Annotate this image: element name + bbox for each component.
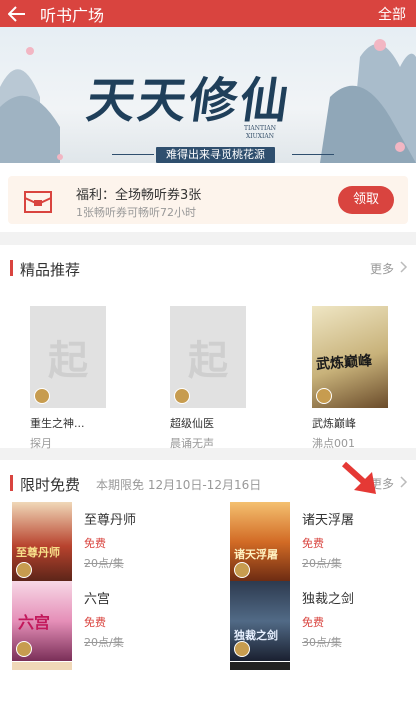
original-price: 30点/集 (302, 636, 342, 649)
book-author: 晨诵无声 (170, 437, 214, 450)
free-cover-partial (12, 662, 72, 670)
all-button[interactable]: 全部 (378, 4, 406, 24)
free-tag: 免费 (84, 537, 106, 550)
book-card[interactable]: 起 超级仙医 晨诵无声 (170, 306, 246, 451)
cover-placeholder-logo: 起 (188, 337, 228, 384)
book-cover: 起 (170, 306, 246, 408)
coupon-title: 福利：全场畅听券3张 (76, 188, 202, 203)
free-period: 本期限免 12月10日-12月16日 (96, 478, 262, 492)
free-item[interactable]: 六宫 六宫 免费 20点/集 (12, 581, 202, 669)
audio-badge-icon (34, 388, 50, 404)
section-accent-bar (10, 260, 13, 276)
audio-badge-icon (234, 562, 250, 578)
original-price: 20点/集 (302, 557, 342, 570)
recommend-title: 精品推荐 (20, 261, 81, 279)
coupon-section: 福利：全场畅听券3张 1张畅听券可畅听72小时 领取 (0, 167, 416, 232)
promo-banner[interactable]: 天天修仙 TIANTIAN XIUXIAN 难得出来寻觅桃花源 (0, 27, 416, 163)
cover-title: 武炼巅峰 (315, 353, 373, 373)
free-cover: 六宫 (12, 581, 72, 661)
banner-english: TIANTIAN XIUXIAN (244, 125, 276, 140)
banner-line-right (292, 154, 334, 155)
book-card[interactable]: 起 重生之神... 探月 (30, 306, 106, 451)
coupon-desc: 1张畅听券可畅听72小时 (76, 206, 196, 219)
free-item-name: 至尊丹师 (84, 513, 137, 528)
section-accent-bar (10, 475, 13, 491)
free-item-name: 独裁之剑 (302, 592, 355, 607)
free-cover: 独裁之剑 (230, 581, 290, 661)
free-cover: 诸天浮屠 (230, 502, 290, 582)
recommend-list: 起 重生之神... 探月 起 超级仙医 晨诵无声 武炼巅峰 武炼巅峰 沸点001 (0, 283, 416, 451)
free-tag: 免费 (84, 616, 106, 629)
audio-badge-icon (234, 641, 250, 657)
recommend-more-link[interactable]: 更多 (370, 260, 394, 277)
free-title: 限时免费 (20, 476, 81, 494)
banner-line-left (112, 154, 154, 155)
recommend-section: 精品推荐 更多 起 重生之神... 探月 起 超级仙医 晨诵无声 武炼巅峰 武炼… (0, 245, 416, 451)
back-arrow-icon (8, 5, 25, 22)
book-name: 重生之神... (30, 417, 85, 430)
chevron-right-icon[interactable] (400, 261, 408, 273)
free-section: 限时免费 本期限免 12月10日-12月16日 更多 至尊丹师 至尊丹师 免费 … (0, 460, 416, 725)
free-tag: 免费 (302, 537, 324, 550)
book-card[interactable]: 武炼巅峰 武炼巅峰 沸点001 (312, 306, 388, 451)
free-item[interactable]: 诸天浮屠 诸天浮屠 免费 20点/集 (230, 502, 416, 590)
banner-title: 天天修仙 (83, 73, 296, 129)
audio-badge-icon (16, 562, 32, 578)
banner-subtitle: 难得出来寻觅桃花源 (156, 147, 275, 163)
free-item[interactable]: 独裁之剑 独裁之剑 免费 30点/集 (230, 581, 416, 669)
back-button[interactable] (0, 0, 34, 27)
original-price: 20点/集 (84, 557, 124, 570)
app-root: 听书广场 全部 天天修仙 TIANTIAN XIUXIAN 难得出来寻觅桃花源 (0, 0, 416, 725)
free-item-name: 六宫 (84, 592, 111, 607)
book-author: 探月 (30, 437, 52, 450)
free-list: 至尊丹师 至尊丹师 免费 20点/集 诸天浮屠 诸天浮屠 免费 20点/集 六宫… (0, 502, 416, 725)
page-title: 听书广场 (40, 5, 105, 25)
book-name: 武炼巅峰 (312, 417, 356, 430)
audio-badge-icon (16, 641, 32, 657)
audio-badge-icon (174, 388, 190, 404)
top-bar: 听书广场 全部 (0, 0, 416, 27)
cover-title: 六宫 (18, 613, 51, 632)
book-name: 超级仙医 (170, 417, 214, 430)
cover-title: 诸天浮屠 (234, 548, 278, 561)
cover-placeholder-logo: 起 (48, 337, 88, 384)
coupon-card: 福利：全场畅听券3张 1张畅听券可畅听72小时 领取 (8, 176, 408, 224)
red-envelope-icon (24, 191, 52, 213)
cover-title: 至尊丹师 (16, 546, 60, 559)
book-cover: 武炼巅峰 (312, 306, 388, 408)
free-cover-partial (230, 662, 290, 670)
free-item[interactable]: 至尊丹师 至尊丹师 免费 20点/集 (12, 502, 202, 590)
free-tag: 免费 (302, 616, 324, 629)
free-cover: 至尊丹师 (12, 502, 72, 582)
red-arrow-indicator-icon (341, 461, 376, 494)
original-price: 20点/集 (84, 636, 124, 649)
free-item-name: 诸天浮屠 (302, 513, 355, 528)
audio-badge-icon (316, 388, 332, 404)
claim-button[interactable]: 领取 (338, 186, 394, 214)
chevron-right-icon[interactable] (400, 476, 408, 488)
recommend-header: 精品推荐 更多 (0, 245, 416, 283)
book-cover: 起 (30, 306, 106, 408)
book-author: 沸点001 (312, 437, 355, 450)
